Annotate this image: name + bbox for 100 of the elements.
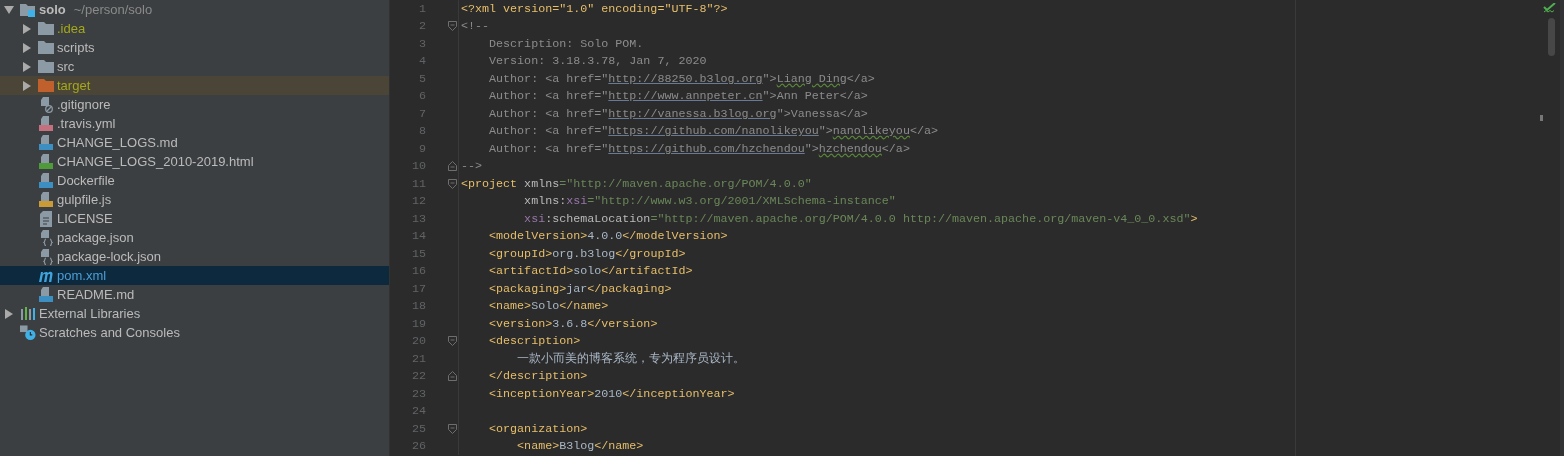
file-icon [39, 191, 53, 208]
ignored-file-icon [39, 96, 53, 113]
file-name: Dockerfile [57, 173, 115, 188]
code-line: Version: 3.18.3.78, Jan 7, 2020 [488, 54, 707, 69]
tree-row[interactable]: gulpfile.js [0, 190, 389, 209]
code-line: Description: Solo POM. [488, 36, 644, 51]
line-number: 18 [410, 299, 427, 314]
file-name: LICENSE [57, 211, 113, 226]
file-name: pom.xml [57, 268, 107, 283]
file-name: target [57, 78, 91, 93]
file-name: Scratches and Consoles [39, 325, 180, 340]
fold-icon[interactable] [448, 178, 457, 189]
folder-icon [38, 22, 54, 35]
code-line: <organization> [488, 421, 588, 436]
file-icon [39, 286, 53, 303]
line-number: 2 [418, 19, 427, 34]
check-icon [1543, 3, 1556, 14]
tree-row[interactable]: solo ~/person/solo [0, 0, 389, 19]
line-number: 22 [410, 369, 427, 384]
tree-row[interactable]: .gitignore [0, 95, 389, 114]
line-number: 26 [410, 439, 427, 454]
line-number: 14 [410, 229, 427, 244]
collapsed-arrow-icon[interactable] [5, 308, 13, 319]
fold-end-icon[interactable] [448, 161, 457, 172]
tree-row[interactable]: package-lock.json [0, 247, 389, 266]
tree-row[interactable]: CHANGE_LOGS_2010-2019.html [0, 152, 389, 171]
line-number: 7 [418, 106, 427, 121]
error-stripe-mark [1540, 115, 1543, 121]
collapsed-arrow-icon[interactable] [23, 80, 31, 91]
folder-icon [38, 60, 54, 73]
collapsed-arrow-icon[interactable] [23, 42, 31, 53]
json-file-icon [39, 229, 53, 246]
tree-row[interactable]: External Libraries [0, 304, 389, 323]
fold-icon[interactable] [448, 336, 457, 347]
code-line: <project xmlns="http://maven.apache.org/POM/4.0.0" [461, 176, 812, 191]
file-name: gulpfile.js [57, 192, 112, 207]
tree-row[interactable]: .idea [0, 19, 389, 38]
line-number: 19 [410, 316, 427, 331]
code-line: <modelVersion>4.0.0</modelVersion> [488, 229, 728, 244]
code-line: Author: <a href="http://vanessa.b3log.org">Vanessa</a> [488, 106, 868, 121]
file-icon [39, 172, 53, 189]
scratches-icon [20, 324, 36, 341]
file-name: solo [39, 2, 66, 17]
module-folder-icon [20, 2, 36, 17]
file-name: README.md [57, 287, 135, 302]
line-number: 9 [418, 141, 427, 156]
folder-icon [38, 79, 54, 92]
fold-end-icon[interactable] [448, 371, 457, 382]
code-line: <artifactId>solo</artifactId> [488, 264, 693, 279]
tree-row[interactable]: CHANGE_LOGS.md [0, 133, 389, 152]
line-number: 8 [418, 124, 427, 139]
line-number: 20 [410, 334, 427, 349]
line-number: 6 [418, 89, 427, 104]
file-name: CHANGE_LOGS.md [57, 135, 178, 150]
file-name: .idea [57, 21, 86, 36]
collapsed-arrow-icon[interactable] [23, 23, 31, 34]
file-name: src [57, 59, 75, 74]
tree-row[interactable]: LICENSE [0, 209, 389, 228]
tree-row[interactable]: README.md [0, 285, 389, 304]
code-line: <?xml version="1.0" encoding="UTF-8"?> [461, 1, 728, 16]
line-number: 12 [410, 194, 427, 209]
fold-icon[interactable] [448, 21, 457, 32]
line-number: 17 [410, 281, 427, 296]
tree-row[interactable]: pom.xml [0, 266, 389, 285]
line-number: 4 [418, 54, 427, 69]
tree-row[interactable]: src [0, 57, 389, 76]
file-name: .travis.yml [57, 116, 116, 131]
line-number: 24 [410, 404, 427, 419]
collapsed-arrow-icon[interactable] [23, 61, 31, 72]
fold-icon[interactable] [448, 423, 457, 434]
line-number: 21 [410, 351, 427, 366]
code-line: <inceptionYear>2010</inceptionYear> [488, 386, 735, 401]
tree-row[interactable]: package.json [0, 228, 389, 247]
tree-row[interactable]: Scratches and Consoles [0, 323, 389, 342]
expanded-arrow-icon[interactable] [4, 5, 14, 14]
code-line: <groupId>org.b3log</groupId> [488, 246, 686, 261]
line-number: 13 [410, 211, 427, 226]
code-line: <!-- [461, 19, 490, 34]
line-number: 5 [418, 71, 427, 86]
line-number: 25 [410, 421, 427, 436]
file-name: External Libraries [39, 306, 141, 321]
code-line: Author: <a href="http://88250.b3log.org">Liang Ding</a> [488, 71, 875, 86]
file-name: .gitignore [57, 97, 111, 112]
code-line: <packaging>jar</packaging> [488, 281, 672, 296]
folder-icon [38, 41, 54, 54]
line-number: 15 [410, 246, 427, 261]
file-icon [39, 115, 53, 132]
line-number: 10 [410, 159, 427, 174]
code-line: <description> [488, 334, 581, 349]
code-line: <version>3.6.8</version> [488, 316, 658, 331]
scrollbar-thumb[interactable] [1548, 18, 1555, 56]
file-name: CHANGE_LOGS_2010-2019.html [57, 154, 254, 169]
tree-row[interactable]: .travis.yml [0, 114, 389, 133]
tree-row[interactable]: scripts [0, 38, 389, 57]
code-line: xsi:schemaLocation="http://maven.apache.org/POM/4.0.0 http://maven.apache.org/maven-v4_0_0.xsd"> [523, 211, 1198, 226]
json-file-icon [39, 248, 53, 265]
tree-row[interactable]: Dockerfile [0, 171, 389, 190]
code-line: 一款小而美的博客系统，专为程序员设计。 [516, 351, 746, 367]
tree-row[interactable]: target [0, 76, 389, 95]
maven-icon [38, 269, 54, 282]
